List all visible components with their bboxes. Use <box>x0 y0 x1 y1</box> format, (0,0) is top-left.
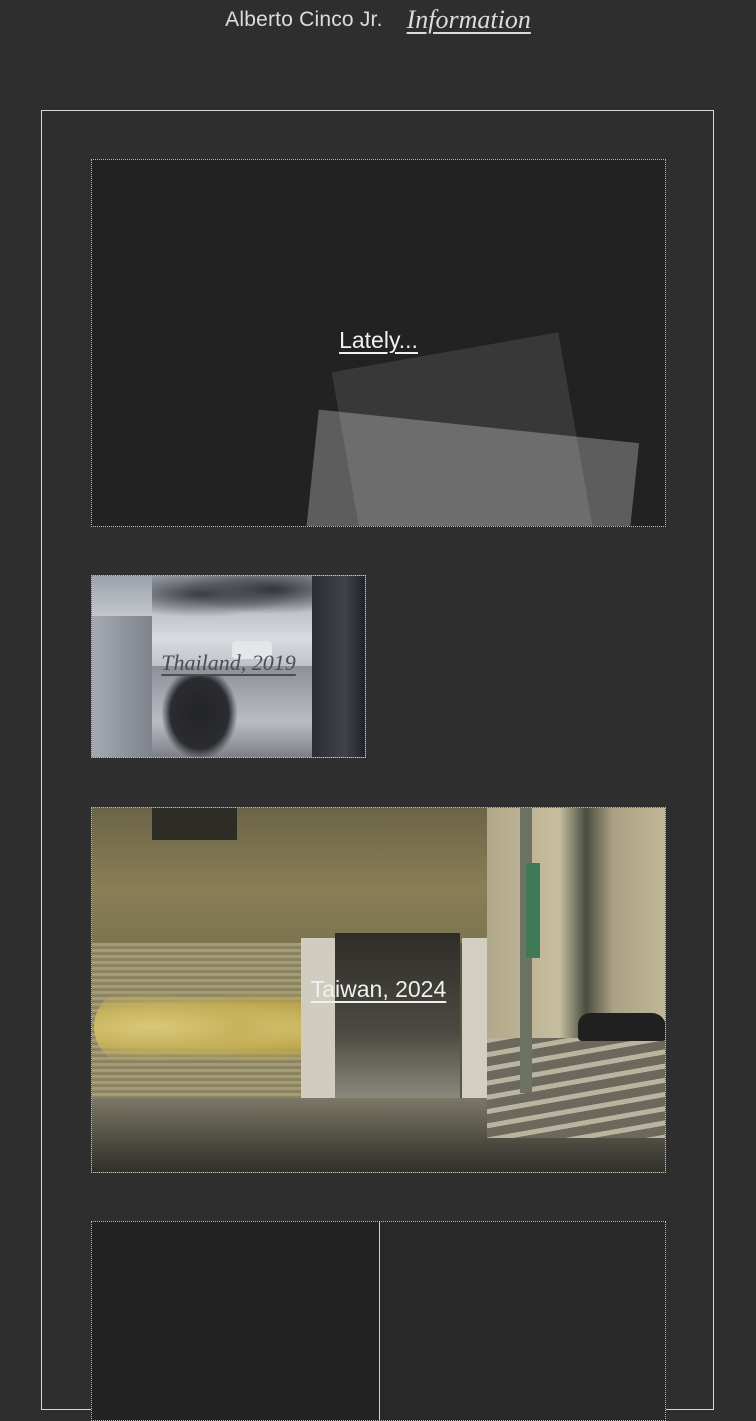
split-card-left <box>92 1222 379 1420</box>
photo-sign <box>526 863 540 958</box>
photo-person <box>162 676 237 757</box>
taiwan-link[interactable]: Taiwan, 2024 <box>92 976 665 1003</box>
information-link[interactable]: Information <box>407 5 531 35</box>
site-name[interactable]: Alberto Cinco Jr. <box>225 8 382 32</box>
photo-pillar-left <box>301 938 335 1103</box>
photo-wall <box>92 616 152 757</box>
stacked-sheet-front <box>302 409 640 526</box>
lately-link[interactable]: Lately... <box>91 327 666 354</box>
photo-car <box>578 1013 665 1041</box>
photo-buildings <box>487 808 665 1048</box>
photo-gateway <box>335 933 460 1098</box>
thailand-card[interactable]: Thailand, 2019 <box>91 575 366 758</box>
thailand-link[interactable]: Thailand, 2019 <box>92 650 365 676</box>
split-card-right <box>379 1222 665 1420</box>
photo-trees <box>152 576 312 621</box>
site-header: Alberto Cinco Jr. Information <box>0 0 756 40</box>
split-card[interactable] <box>91 1221 666 1421</box>
photo-crosswalk <box>487 1038 665 1138</box>
photo-window <box>152 808 237 840</box>
taiwan-card[interactable]: Taiwan, 2024 <box>91 807 666 1173</box>
